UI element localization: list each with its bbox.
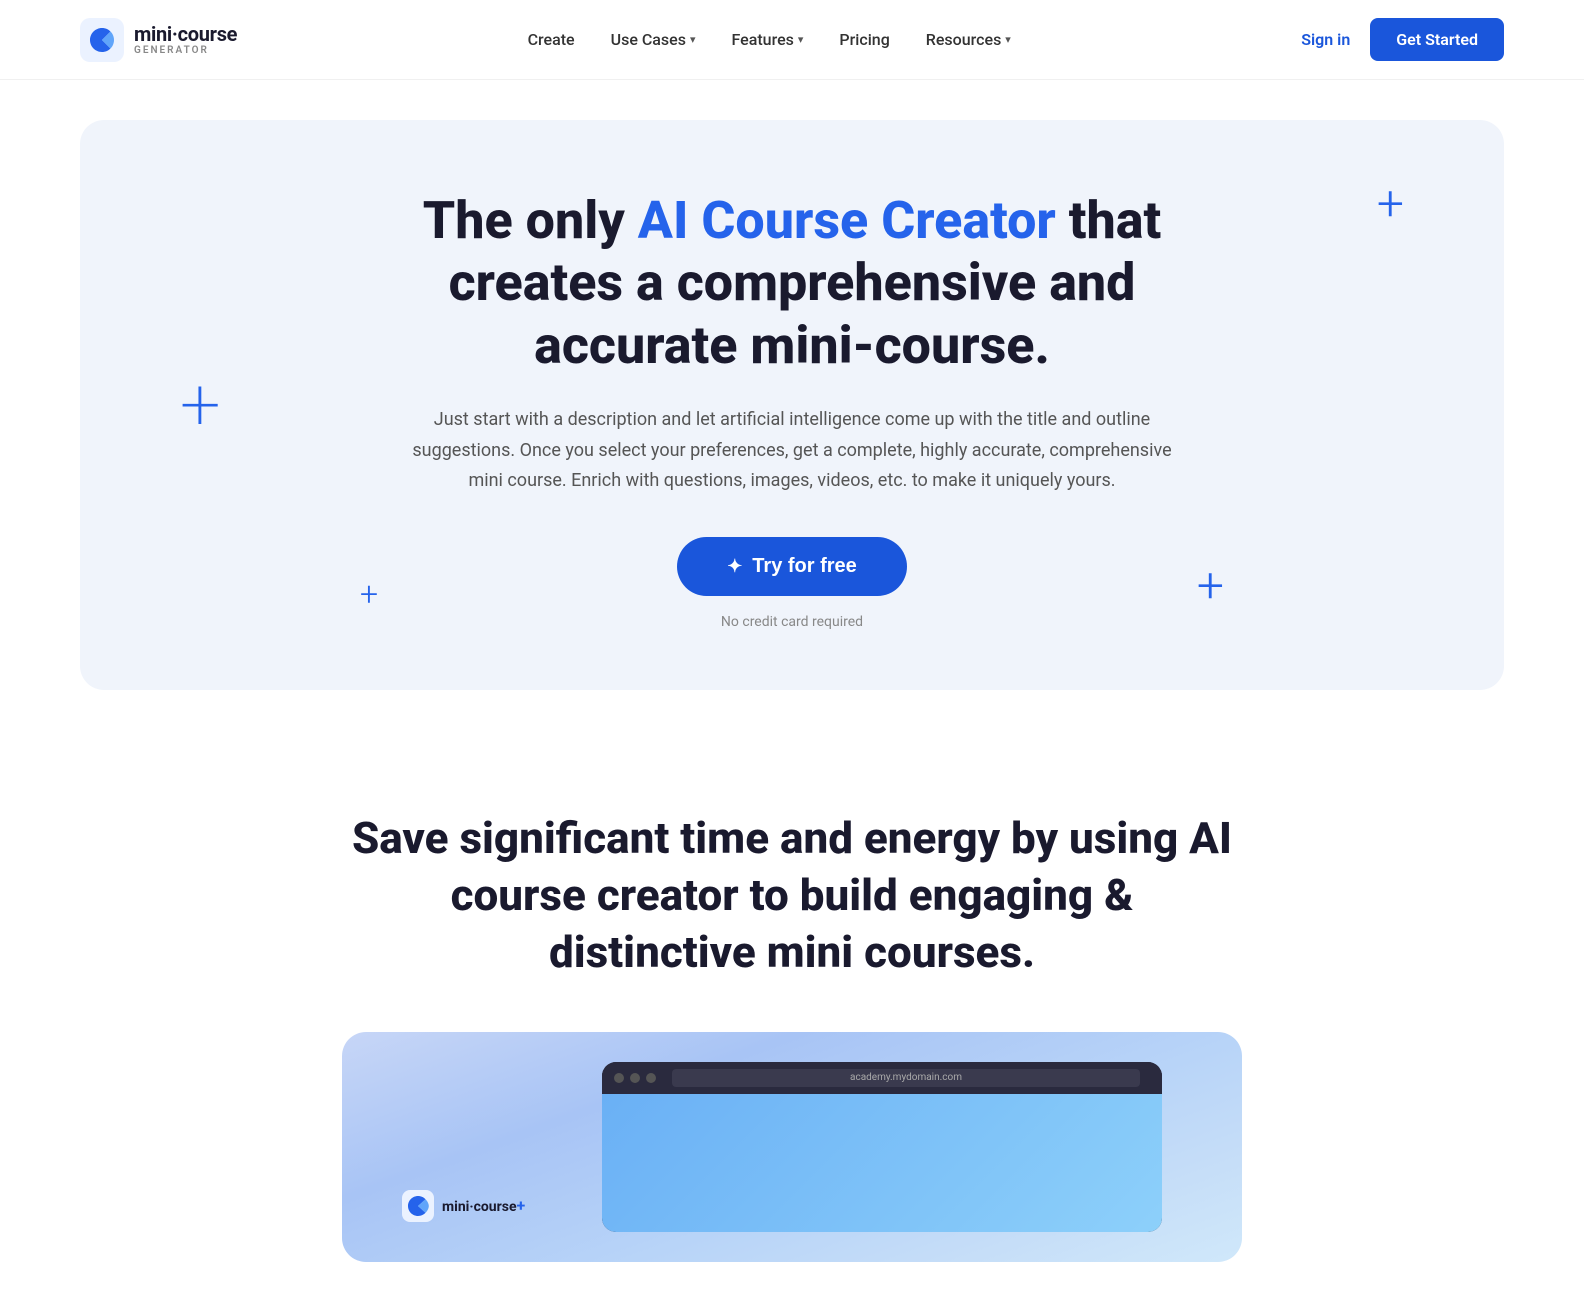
demo-browser-mockup: academy.mydomain.com xyxy=(602,1062,1162,1232)
logo[interactable]: mini·course GENERATOR xyxy=(80,18,237,62)
hero-cta-area: ✦ Try for free No credit card required xyxy=(140,537,1444,630)
demo-content-area xyxy=(602,1094,1162,1232)
nav-item-use-cases[interactable]: Use Cases ▾ xyxy=(611,30,696,49)
nav-link-features[interactable]: Features ▾ xyxy=(732,30,804,49)
demo-brand-text: mini·course+ xyxy=(442,1196,525,1215)
chevron-down-icon: ▾ xyxy=(690,33,696,46)
hero-title: The only AI Course Creator that creates … xyxy=(362,190,1222,377)
nav-item-features[interactable]: Features ▾ xyxy=(732,30,804,49)
plus-decoration-bottom-left: + xyxy=(360,578,378,610)
logo-text: mini·course GENERATOR xyxy=(134,23,237,56)
demo-card-wrapper: mini·course+ academy.mydomain.com xyxy=(80,1032,1504,1262)
save-title: Save significant time and energy by usin… xyxy=(342,810,1242,982)
nav-item-create[interactable]: Create xyxy=(528,30,575,49)
chevron-down-icon: ▾ xyxy=(1005,33,1011,46)
chevron-down-icon: ▾ xyxy=(798,33,804,46)
nav-item-pricing[interactable]: Pricing xyxy=(839,30,889,49)
try-free-button[interactable]: ✦ Try for free xyxy=(677,537,907,596)
browser-dot-2 xyxy=(630,1073,640,1083)
no-credit-card-text: No credit card required xyxy=(140,614,1444,630)
hero-card: + + + + The only AI Course Creator that … xyxy=(80,120,1504,690)
sparkle-icon: ✦ xyxy=(727,556,742,577)
logo-icon xyxy=(80,18,124,62)
signin-button[interactable]: Sign in xyxy=(1301,30,1350,49)
nav-link-pricing[interactable]: Pricing xyxy=(839,30,889,49)
plus-decoration-top-right: + xyxy=(1377,180,1404,228)
save-section: Save significant time and energy by usin… xyxy=(0,750,1584,1302)
nav-links: Create Use Cases ▾ Features ▾ Pricing Re… xyxy=(528,30,1011,49)
url-bar: academy.mydomain.com xyxy=(672,1069,1140,1087)
hero-subtitle: Just start with a description and let ar… xyxy=(402,405,1182,497)
nav-link-resources[interactable]: Resources ▾ xyxy=(926,30,1011,49)
get-started-button[interactable]: Get Started xyxy=(1370,18,1504,61)
demo-brand: mini·course+ xyxy=(402,1190,525,1222)
navbar: mini·course GENERATOR Create Use Cases ▾… xyxy=(0,0,1584,80)
plus-decoration-bottom-right: + xyxy=(1197,562,1224,610)
demo-browser-bar: academy.mydomain.com xyxy=(602,1062,1162,1094)
nav-link-use-cases[interactable]: Use Cases ▾ xyxy=(611,30,696,49)
browser-dot-1 xyxy=(614,1073,624,1083)
plus-decoration-left: + xyxy=(180,369,221,441)
demo-brand-icon xyxy=(402,1190,434,1222)
hero-wrapper: + + + + The only AI Course Creator that … xyxy=(0,80,1584,750)
demo-card: mini·course+ academy.mydomain.com xyxy=(342,1032,1242,1262)
browser-dot-3 xyxy=(646,1073,656,1083)
nav-link-create[interactable]: Create xyxy=(528,30,575,49)
nav-actions: Sign in Get Started xyxy=(1301,18,1504,61)
nav-item-resources[interactable]: Resources ▾ xyxy=(926,30,1011,49)
